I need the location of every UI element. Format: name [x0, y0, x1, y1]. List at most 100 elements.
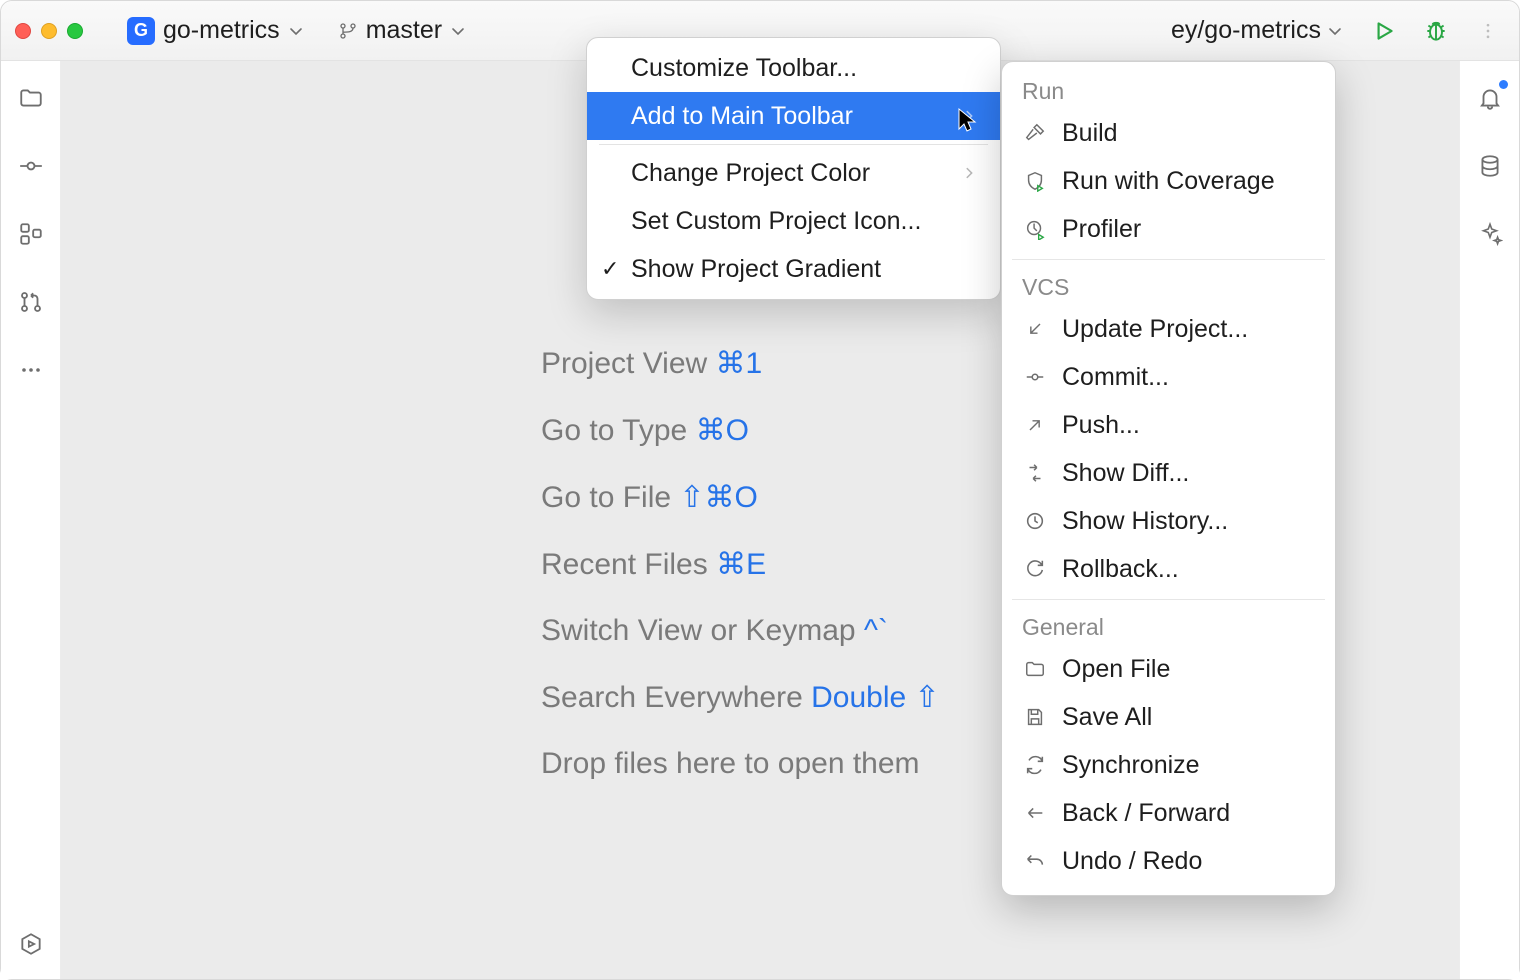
branch-icon	[338, 21, 358, 41]
structure-icon	[18, 221, 44, 247]
clock-icon	[1022, 508, 1048, 534]
services-icon	[18, 931, 44, 957]
commit-icon	[18, 153, 44, 179]
submenu-item-rollback[interactable]: Rollback...	[1002, 545, 1335, 593]
structure-tool-button[interactable]	[14, 217, 48, 251]
shortcut-row: Search Everywhere Double ⇧	[541, 680, 940, 715]
arrow-down-left-icon	[1022, 316, 1048, 342]
shield-play-icon	[1022, 168, 1048, 194]
shortcut-kbd: ⌘E	[716, 548, 766, 581]
submenu-header-general: General	[1002, 606, 1335, 645]
chevron-down-icon	[1327, 23, 1343, 39]
right-tool-strip	[1459, 61, 1519, 979]
folder-icon	[18, 85, 44, 111]
pull-requests-tool-button[interactable]	[14, 285, 48, 319]
database-icon	[1477, 153, 1503, 179]
menu-item-set-custom-icon[interactable]: Set Custom Project Icon...	[587, 197, 1000, 245]
menu-item-show-project-gradient[interactable]: ✓ Show Project Gradient	[587, 245, 1000, 293]
diff-icon	[1022, 460, 1048, 486]
submenu-item-commit[interactable]: Commit...	[1002, 353, 1335, 401]
shortcut-row: Project View ⌘1	[541, 346, 940, 381]
submenu-item-undo-redo[interactable]: Undo / Redo	[1002, 837, 1335, 885]
submenu-item-update-project[interactable]: Update Project...	[1002, 305, 1335, 353]
undo-icon	[1022, 848, 1048, 874]
shortcut-row: Recent Files ⌘E	[541, 547, 940, 582]
shortcut-row: Go to File ⇧⌘O	[541, 480, 940, 515]
project-icon: G	[127, 17, 155, 45]
chevron-down-icon	[450, 23, 466, 39]
rollback-icon	[1022, 556, 1048, 582]
shortcut-row: Go to Type ⌘O	[541, 413, 940, 448]
submenu-separator	[1012, 259, 1325, 260]
mouse-cursor	[957, 107, 979, 135]
maximize-window-button[interactable]	[67, 23, 83, 39]
menu-item-change-project-color[interactable]: Change Project Color	[587, 149, 1000, 197]
submenu-item-build[interactable]: Build	[1002, 109, 1335, 157]
project-tool-button[interactable]	[14, 81, 48, 115]
submenu-separator	[1012, 599, 1325, 600]
bell-icon	[1477, 85, 1503, 111]
shortcut-kbd: Double ⇧	[811, 681, 940, 714]
debug-button[interactable]	[1419, 14, 1453, 48]
chevron-right-icon	[962, 166, 976, 180]
submenu-item-show-diff[interactable]: Show Diff...	[1002, 449, 1335, 497]
context-menu: Customize Toolbar... Add to Main Toolbar…	[586, 37, 1001, 300]
arrow-left-icon	[1022, 800, 1048, 826]
arrow-up-right-icon	[1022, 412, 1048, 438]
shortcut-kbd: ⇧⌘O	[679, 481, 757, 514]
shortcut-kbd: ⌘O	[696, 414, 749, 447]
hammer-icon	[1022, 120, 1048, 146]
more-vertical-icon	[1478, 21, 1498, 41]
submenu-header-run: Run	[1002, 70, 1335, 109]
database-tool-button[interactable]	[1473, 149, 1507, 183]
chevron-down-icon	[288, 23, 304, 39]
shortcut-row: Drop files here to open them	[541, 747, 940, 781]
shortcut-kbd: ^`	[864, 614, 888, 647]
shortcut-row: Switch View or Keymap ^`	[541, 614, 940, 648]
folder-icon	[1022, 656, 1048, 682]
submenu-header-vcs: VCS	[1002, 266, 1335, 305]
submenu-item-profiler[interactable]: Profiler	[1002, 205, 1335, 253]
submenu-item-push[interactable]: Push...	[1002, 401, 1335, 449]
sparkle-icon	[1477, 221, 1503, 247]
bug-icon	[1423, 18, 1449, 44]
more-button[interactable]	[1471, 14, 1505, 48]
add-to-toolbar-submenu: Run Build Run with Coverage Profiler VCS…	[1001, 61, 1336, 896]
window-controls	[15, 23, 83, 39]
pull-request-icon	[18, 289, 44, 315]
branch-name: master	[366, 16, 442, 45]
project-name: go-metrics	[163, 16, 280, 45]
more-horizontal-icon	[19, 358, 43, 382]
navigation-path-text: ey/go-metrics	[1171, 16, 1321, 45]
save-icon	[1022, 704, 1048, 730]
commit-icon	[1022, 364, 1048, 390]
more-tool-button[interactable]	[14, 353, 48, 387]
menu-item-add-to-main-toolbar[interactable]: Add to Main Toolbar	[587, 92, 1000, 140]
profiler-icon	[1022, 216, 1048, 242]
run-actions	[1367, 14, 1505, 48]
minimize-window-button[interactable]	[41, 23, 57, 39]
submenu-item-open-file[interactable]: Open File	[1002, 645, 1335, 693]
branch-selector[interactable]: master	[328, 12, 476, 49]
notifications-button[interactable]	[1473, 81, 1507, 115]
ai-assistant-button[interactable]	[1473, 217, 1507, 251]
shortcut-hints: Project View ⌘1 Go to Type ⌘O Go to File…	[541, 346, 940, 781]
play-icon	[1371, 18, 1397, 44]
notification-badge	[1499, 80, 1508, 89]
services-tool-button[interactable]	[14, 927, 48, 961]
menu-item-customize-toolbar[interactable]: Customize Toolbar...	[587, 44, 1000, 92]
menu-separator	[599, 144, 988, 145]
submenu-item-show-history[interactable]: Show History...	[1002, 497, 1335, 545]
sync-icon	[1022, 752, 1048, 778]
project-selector[interactable]: G go-metrics	[117, 12, 314, 49]
run-button[interactable]	[1367, 14, 1401, 48]
check-icon: ✓	[601, 256, 619, 282]
close-window-button[interactable]	[15, 23, 31, 39]
submenu-item-synchronize[interactable]: Synchronize	[1002, 741, 1335, 789]
shortcut-kbd: ⌘1	[716, 347, 763, 380]
commit-tool-button[interactable]	[14, 149, 48, 183]
submenu-item-save-all[interactable]: Save All	[1002, 693, 1335, 741]
navigation-path[interactable]: ey/go-metrics	[1161, 12, 1353, 49]
submenu-item-back-forward[interactable]: Back / Forward	[1002, 789, 1335, 837]
submenu-item-run-coverage[interactable]: Run with Coverage	[1002, 157, 1335, 205]
